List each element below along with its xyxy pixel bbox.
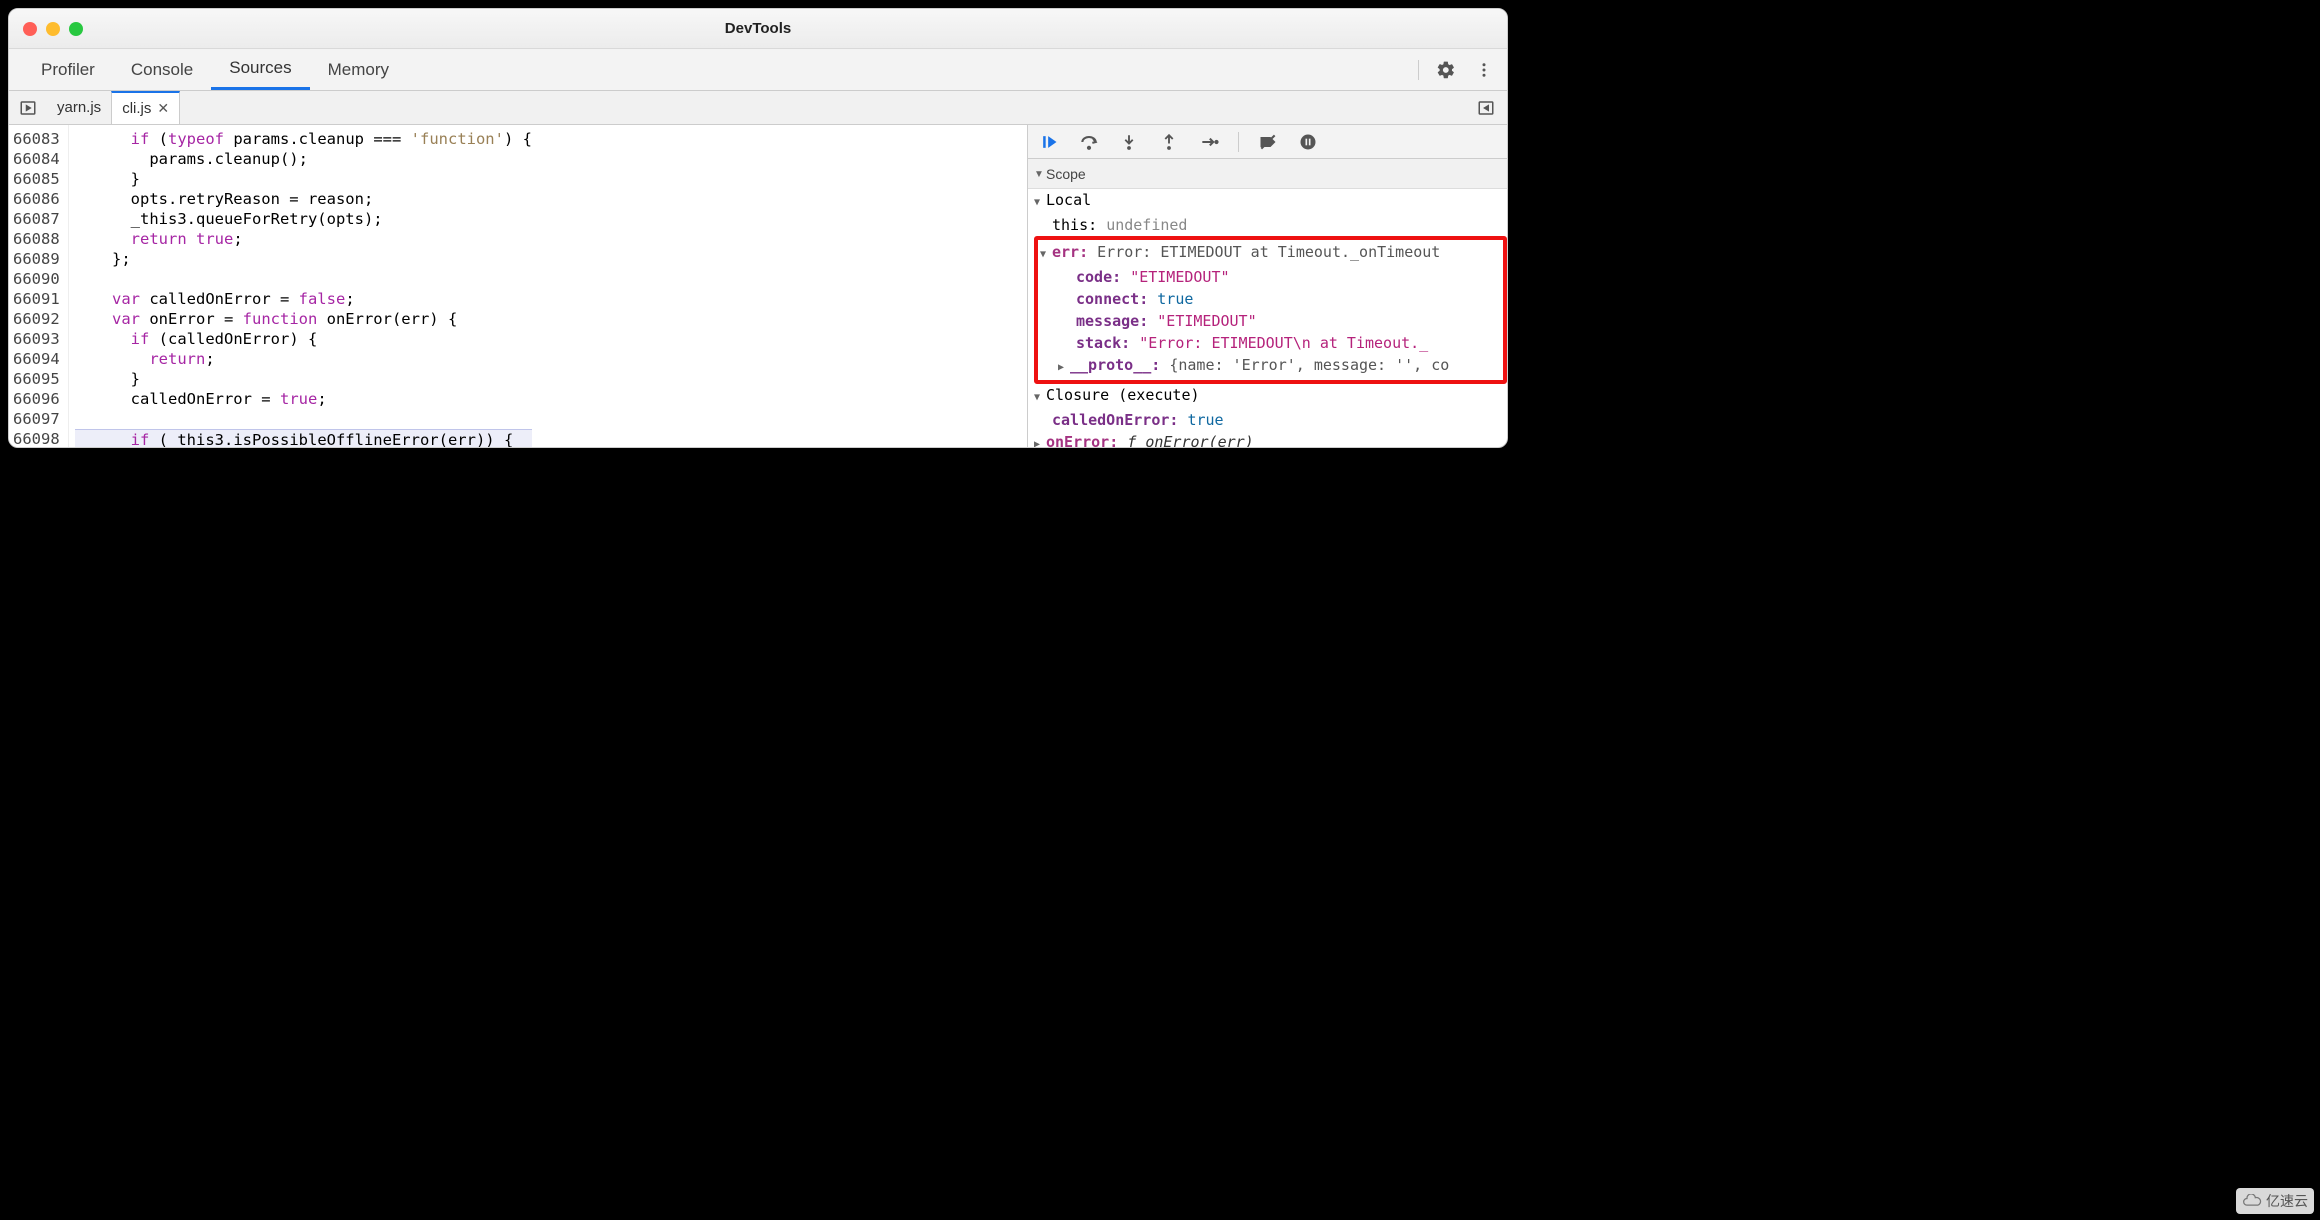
- step-over-icon: [1079, 132, 1099, 152]
- panel-tabs: Profiler Console Sources Memory: [9, 49, 1507, 91]
- navigator-toggle-button[interactable]: [15, 95, 41, 121]
- file-tab-label: cli.js: [122, 100, 151, 117]
- resume-button[interactable]: [1036, 129, 1062, 155]
- breakpoint-disable-icon: [1258, 132, 1278, 152]
- step-out-button[interactable]: [1156, 129, 1182, 155]
- scope-var-onError[interactable]: onError: ƒ onError(err): [1034, 431, 1507, 447]
- deactivate-breakpoints-button[interactable]: [1255, 129, 1281, 155]
- gear-icon: [1436, 60, 1456, 80]
- debugger-sidebar: Scope Local this: undefined err: Error: …: [1027, 125, 1507, 447]
- close-file-button[interactable]: ✕: [157, 100, 169, 117]
- chevron-down-icon: [1034, 386, 1046, 404]
- close-window-button[interactable]: [23, 22, 37, 36]
- chevron-right-icon: [1034, 433, 1046, 447]
- scope-var-calledOnError[interactable]: calledOnError: true: [1034, 409, 1507, 431]
- watermark: 亿速云: [2236, 1188, 2314, 1214]
- settings-button[interactable]: [1433, 57, 1459, 83]
- step-out-icon: [1160, 133, 1178, 151]
- toolbar-divider: [1238, 132, 1239, 152]
- sidebar-toggle-icon: [1477, 99, 1495, 117]
- more-button[interactable]: [1471, 57, 1497, 83]
- debugger-sidebar-toggle[interactable]: [1473, 95, 1499, 121]
- scope-header-label: Scope: [1046, 163, 1086, 185]
- highlighted-err-object: err: Error: ETIMEDOUT at Timeout._onTime…: [1034, 236, 1507, 384]
- file-tab-cli[interactable]: cli.js ✕: [111, 91, 180, 124]
- tab-memory[interactable]: Memory: [310, 49, 407, 90]
- traffic-lights: [9, 22, 83, 36]
- scope-closure-header[interactable]: Closure (execute): [1034, 384, 1507, 409]
- scope-var-err[interactable]: err: Error: ETIMEDOUT at Timeout._onTime…: [1040, 241, 1501, 266]
- tab-profiler[interactable]: Profiler: [23, 49, 113, 90]
- content-area: 6608366084660856608666087660886608966090…: [9, 125, 1507, 447]
- navigator-icon: [19, 99, 37, 117]
- cloud-icon: [2242, 1194, 2262, 1208]
- step-button[interactable]: [1196, 129, 1222, 155]
- tab-console[interactable]: Console: [113, 49, 211, 90]
- file-tab-bar: yarn.js cli.js ✕: [9, 91, 1507, 125]
- scope-var-this[interactable]: this: undefined: [1034, 214, 1507, 236]
- scope-err-proto[interactable]: __proto__: {name: 'Error', message: '', …: [1040, 354, 1501, 379]
- window-title: DevTools: [9, 20, 1507, 37]
- titlebar: DevTools: [9, 9, 1507, 49]
- step-into-icon: [1120, 133, 1138, 151]
- scope-err-connect[interactable]: connect: true: [1040, 288, 1501, 310]
- minimize-window-button[interactable]: [46, 22, 60, 36]
- line-gutter: 6608366084660856608666087660886608966090…: [9, 125, 69, 447]
- chevron-right-icon: [1058, 356, 1070, 374]
- chevron-down-icon: [1034, 161, 1046, 186]
- chevron-down-icon: [1040, 243, 1052, 261]
- file-tab-label: yarn.js: [57, 99, 101, 116]
- toolbar-divider: [1418, 60, 1419, 80]
- chevron-down-icon: [1034, 191, 1046, 209]
- maximize-window-button[interactable]: [69, 22, 83, 36]
- step-icon: [1199, 132, 1219, 152]
- pause-on-exceptions-button[interactable]: [1295, 129, 1321, 155]
- tab-sources[interactable]: Sources: [211, 49, 309, 90]
- pause-icon: [1298, 132, 1318, 152]
- scope-section-header[interactable]: Scope: [1028, 159, 1507, 189]
- scope-err-message[interactable]: message: "ETIMEDOUT": [1040, 310, 1501, 332]
- file-tab-yarn[interactable]: yarn.js: [47, 91, 111, 124]
- scope-err-code[interactable]: code: "ETIMEDOUT": [1040, 266, 1501, 288]
- kebab-icon: [1475, 61, 1493, 79]
- step-over-button[interactable]: [1076, 129, 1102, 155]
- code-editor[interactable]: 6608366084660856608666087660886608966090…: [9, 125, 1027, 447]
- scope-local-header[interactable]: Local: [1034, 189, 1507, 214]
- debug-toolbar: [1028, 125, 1507, 159]
- devtools-window: DevTools Profiler Console Sources Memory…: [8, 8, 1508, 448]
- scope-body: Local this: undefined err: Error: ETIMED…: [1028, 189, 1507, 447]
- resume-icon: [1039, 132, 1059, 152]
- step-into-button[interactable]: [1116, 129, 1142, 155]
- scope-err-stack[interactable]: stack: "Error: ETIMEDOUT\n at Timeout._: [1040, 332, 1501, 354]
- source-code: if (typeof params.cleanup === 'function'…: [69, 125, 532, 447]
